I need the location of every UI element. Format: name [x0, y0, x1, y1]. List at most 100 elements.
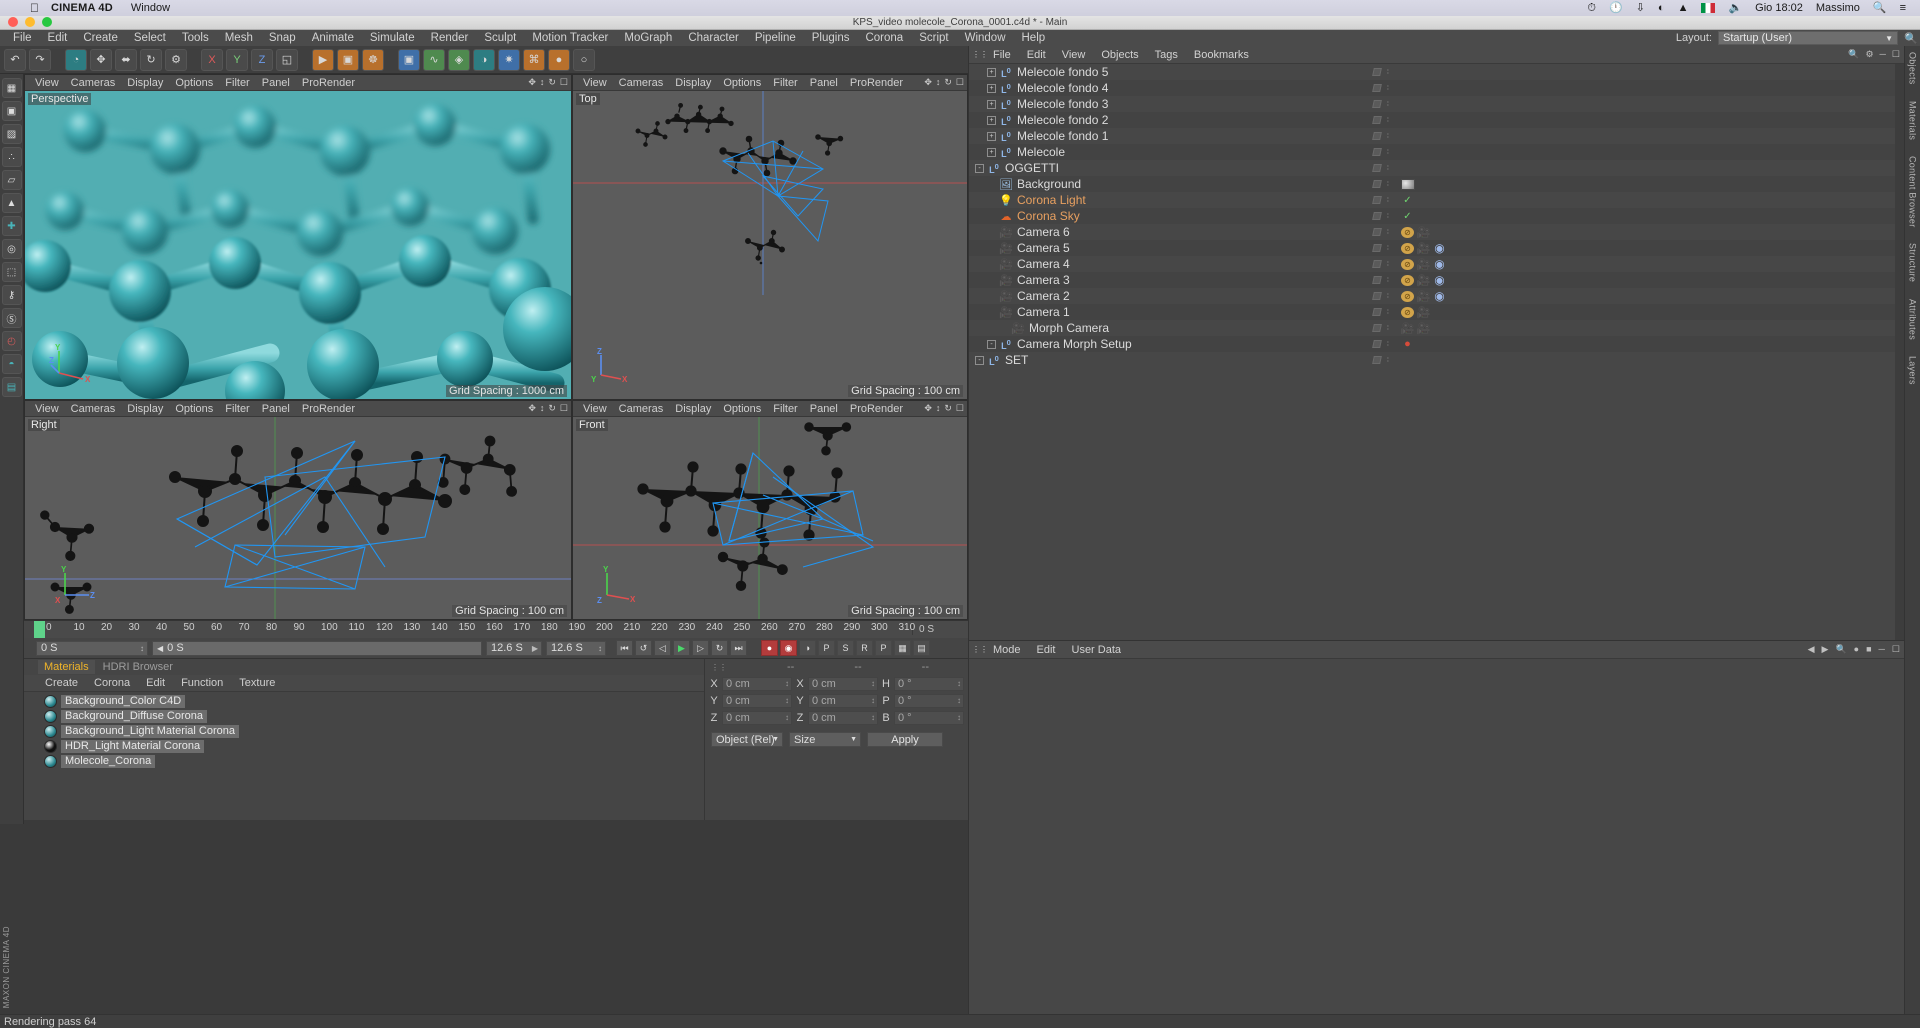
pla-key-button[interactable]: ▦ [894, 640, 911, 656]
object-menu-tags[interactable]: Tags [1147, 49, 1186, 61]
preview-end-field[interactable]: 12.6 S ↕ [546, 641, 606, 656]
material-menu-function[interactable]: Function [174, 677, 230, 689]
object-row[interactable]: -L0OGGETTI∶ [969, 160, 1904, 176]
object-visibility-dots[interactable]: ∶ [1373, 292, 1390, 300]
camera-tag-icon[interactable]: 🎥 [1417, 227, 1430, 238]
live-selection-icon[interactable]: ◔ [65, 49, 87, 71]
camera-tag-icon[interactable]: 🎥 [1417, 243, 1430, 254]
generator-icon[interactable]: ◈ [448, 49, 470, 71]
vp-right-menu-prorender[interactable]: ProRender [296, 403, 361, 415]
visibility-toggle-icon[interactable] [1372, 148, 1382, 156]
rotate-icon[interactable]: ↻ [548, 403, 556, 414]
menu-file[interactable]: File [5, 30, 40, 46]
spinner-icon[interactable]: ↕ [871, 679, 875, 688]
maximize-icon[interactable]: ☐ [560, 403, 568, 414]
object-row[interactable]: ☁Corona Sky∶✓ [969, 208, 1904, 224]
zoom-icon[interactable]: ↕ [540, 403, 545, 414]
viewport-top[interactable]: View Cameras Display Options Filter Pane… [572, 74, 968, 400]
param-key-button[interactable]: P [875, 640, 892, 656]
control-center-icon[interactable]: ≡ [1900, 3, 1906, 14]
spinner-icon[interactable]: ↕ [785, 679, 789, 688]
visibility-toggle-icon[interactable] [1372, 100, 1382, 108]
menu-select[interactable]: Select [126, 30, 174, 46]
object-row[interactable]: -L0Camera Morph Setup∶● [969, 336, 1904, 352]
search-icon[interactable]: 🔍 [1835, 644, 1846, 655]
redo-icon[interactable]: ↷ [29, 49, 51, 71]
viewport-solo-icon[interactable]: ◎ [2, 239, 22, 259]
world-object-coord-icon[interactable]: ◱ [276, 49, 298, 71]
menu-help[interactable]: Help [1014, 30, 1054, 46]
menu-simulate[interactable]: Simulate [362, 30, 423, 46]
menu-plugins[interactable]: Plugins [804, 30, 858, 46]
menu-window[interactable]: Window [957, 30, 1014, 46]
vp-top-menu-panel[interactable]: Panel [804, 77, 844, 89]
timeline-grip[interactable] [24, 621, 34, 638]
object-visibility-dots[interactable]: ∶ [1373, 356, 1390, 364]
viewport-top-canvas[interactable]: Top Grid Spacing : 100 cm Z X Y [573, 91, 967, 399]
object-menu-bookmarks[interactable]: Bookmarks [1186, 49, 1257, 61]
render-region-icon[interactable]: ▣ [337, 49, 359, 71]
visibility-toggle-icon[interactable] [1372, 244, 1382, 252]
dock-tab-attributes[interactable]: Attributes [1908, 299, 1918, 340]
apply-button[interactable]: Apply [867, 732, 943, 747]
coord-field-y-position[interactable]: 0 cm↕ [722, 694, 792, 708]
go-to-end-button[interactable]: ⏭ [730, 640, 747, 656]
vp-right-menu-view[interactable]: View [29, 403, 65, 415]
next-key-button[interactable]: ↻ [711, 640, 728, 656]
menu-mesh[interactable]: Mesh [217, 30, 261, 46]
spinner-icon[interactable]: ↕ [785, 696, 789, 705]
object-row[interactable]: +L0Melecole fondo 1∶ [969, 128, 1904, 144]
material-item[interactable]: HDR_Light Material Corona [24, 739, 704, 754]
close-icon[interactable]: ☐ [1892, 49, 1900, 60]
object-row[interactable]: +L0Melecole fondo 5∶ [969, 64, 1904, 80]
expand-icon[interactable]: + [987, 116, 996, 125]
visibility-toggle-icon[interactable] [1372, 340, 1382, 348]
camera-tag-icon[interactable]: 🎥 [1417, 259, 1430, 270]
object-tree[interactable]: +L0Melecole fondo 5∶+L0Melecole fondo 4∶… [969, 64, 1904, 640]
spline-icon[interactable]: ∿ [423, 49, 445, 71]
visibility-toggle-icon[interactable] [1372, 84, 1382, 92]
attribute-manager-grip[interactable]: ⋮⋮ [972, 645, 988, 654]
minimize-window-button[interactable] [25, 17, 35, 27]
vp-persp-menu-cameras[interactable]: Cameras [65, 77, 122, 89]
menu-render[interactable]: Render [423, 30, 477, 46]
visibility-toggle-icon[interactable] [1372, 68, 1382, 76]
vp-top-menu-options[interactable]: Options [717, 77, 767, 89]
menu-animate[interactable]: Animate [304, 30, 362, 46]
dock-tab-layers[interactable]: Layers [1908, 356, 1918, 385]
back-icon[interactable]: ◀ [1808, 644, 1815, 655]
object-row[interactable]: 🎥Morph Camera∶🎥🎥 [969, 320, 1904, 336]
visibility-toggle-icon[interactable] [1372, 212, 1382, 220]
object-visibility-dots[interactable]: ∶ [1373, 260, 1390, 268]
snap-icon[interactable]: Ⓢ [2, 308, 22, 328]
collapse-icon[interactable]: - [975, 164, 984, 173]
object-row[interactable]: +L0Melecole∶ [969, 144, 1904, 160]
pin-icon[interactable]: ● [1854, 644, 1859, 655]
red-dot-icon[interactable]: ● [1401, 339, 1414, 350]
vp-front-menu-panel[interactable]: Panel [804, 403, 844, 415]
material-item[interactable]: Background_Light Material Corona [24, 724, 704, 739]
quantize-icon[interactable]: ◴ [2, 331, 22, 351]
coordinate-mode-select[interactable]: Object (Rel) ▼ [711, 732, 783, 747]
object-visibility-dots[interactable]: ∶ [1373, 68, 1390, 76]
texture-mode-icon[interactable]: ▨ [2, 124, 22, 144]
rotation-key-button[interactable]: R [856, 640, 873, 656]
object-row[interactable]: +L0Melecole fondo 3∶ [969, 96, 1904, 112]
object-menu-view[interactable]: View [1054, 49, 1094, 61]
timeline-ticks[interactable]: 0102030405060708090100110120130140150160… [34, 621, 912, 638]
clock-icon[interactable]: 🕛 [1609, 3, 1623, 14]
visibility-toggle-icon[interactable] [1372, 132, 1382, 140]
object-row[interactable]: 🎥Camera 3∶⊘🎥◉ [969, 272, 1904, 288]
object-visibility-dots[interactable]: ∶ [1373, 148, 1390, 156]
play-button[interactable]: ▶ [673, 640, 690, 656]
floor-icon[interactable]: ○ [573, 49, 595, 71]
vp-persp-menu-options[interactable]: Options [169, 77, 219, 89]
timer-icon[interactable]: ⏱ [1587, 3, 1596, 14]
pan-icon[interactable]: ✥ [924, 403, 932, 414]
coord-field-z-position[interactable]: 0 cm↕ [722, 711, 792, 725]
object-visibility-dots[interactable]: ∶ [1373, 212, 1390, 220]
dock-tab-objects[interactable]: Objects [1908, 52, 1918, 85]
visibility-toggle-icon[interactable] [1372, 228, 1382, 236]
vp-right-menu-display[interactable]: Display [121, 403, 169, 415]
search-icon[interactable]: 🔍 [1873, 3, 1887, 14]
